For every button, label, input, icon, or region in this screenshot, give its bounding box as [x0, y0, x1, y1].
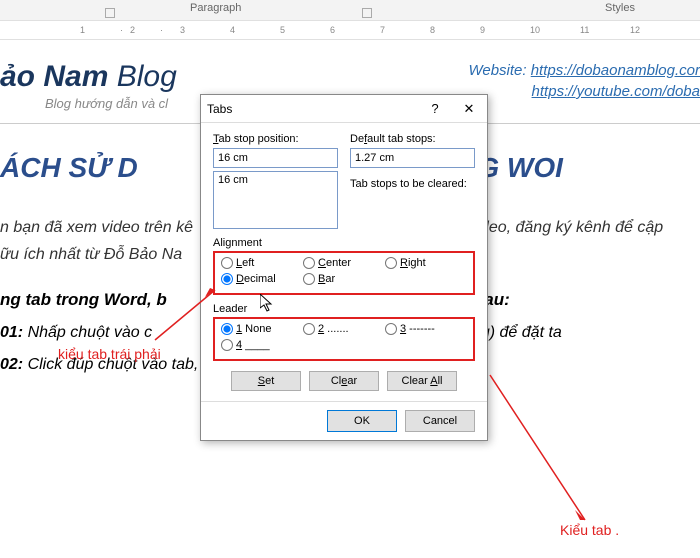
- dialog-launcher-icon[interactable]: [362, 8, 372, 18]
- alignment-group-label: Alignment: [213, 237, 475, 251]
- align-right-radio[interactable]: Right: [385, 257, 467, 269]
- leader-4-underline-radio[interactable]: 4 ____: [221, 339, 303, 351]
- align-bar-radio[interactable]: Bar: [303, 273, 385, 285]
- leader-2-dots-radio[interactable]: 2 .......: [303, 323, 385, 335]
- align-decimal-radio[interactable]: Decimal: [221, 273, 303, 285]
- annotation-arrow: [485, 370, 605, 530]
- ruler[interactable]: 1·2·3456789101112: [0, 20, 700, 40]
- leader-highlight-box: 1 None 2 ....... 3 ------- 4 ____: [213, 317, 475, 361]
- blog-title: ảo Nam Blog: [0, 60, 177, 94]
- tab-stop-listbox[interactable]: 16 cm: [213, 171, 338, 229]
- leader-group-label: Leader: [213, 303, 475, 317]
- tab-stop-position-label: Tab stop position:: [213, 133, 338, 145]
- website-link[interactable]: https://dobaonamblog.cor: [531, 62, 700, 79]
- blog-links: Website: https://dobaonamblog.cor https:…: [468, 60, 700, 102]
- annotation-left: kiểu tab trái phải: [58, 346, 161, 362]
- leader-1-none-radio[interactable]: 1 None: [221, 323, 303, 335]
- annotation-right: Kiểu tab .: [560, 522, 619, 538]
- ribbon: Paragraph Styles: [0, 0, 700, 20]
- mouse-cursor-icon: [260, 294, 276, 314]
- dialog-launcher-icon[interactable]: [105, 8, 115, 18]
- align-left-radio[interactable]: Left: [221, 257, 303, 269]
- default-tab-input[interactable]: [350, 148, 475, 168]
- align-center-radio[interactable]: Center: [303, 257, 385, 269]
- clear-button[interactable]: Clear: [309, 371, 379, 391]
- dialog-title: Tabs: [207, 102, 413, 116]
- ribbon-group-styles: Styles: [605, 2, 635, 14]
- ok-button[interactable]: OK: [327, 410, 397, 432]
- dialog-titlebar[interactable]: Tabs ? ✕: [201, 95, 487, 123]
- help-icon[interactable]: ?: [423, 101, 447, 116]
- leader-3-dashes-radio[interactable]: 3 -------: [385, 323, 467, 335]
- alignment-highlight-box: Left Center Right Decimal Bar: [213, 251, 475, 295]
- tab-stop-position-input[interactable]: [213, 148, 338, 168]
- tab-stops-cleared-label: Tab stops to be cleared:: [350, 178, 475, 190]
- set-button[interactable]: Set: [231, 371, 301, 391]
- tabs-dialog: Tabs ? ✕ Tab stop position: 16 cm Defaul…: [200, 94, 488, 441]
- annotation-arrow: [150, 285, 230, 345]
- ribbon-group-paragraph: Paragraph: [190, 2, 241, 14]
- clear-all-button[interactable]: Clear All: [387, 371, 457, 391]
- cancel-button[interactable]: Cancel: [405, 410, 475, 432]
- default-tab-label: Default tab stops:: [350, 133, 475, 145]
- blog-subtitle: Blog hướng dẫn và cl: [0, 96, 177, 111]
- youtube-link[interactable]: https://youtube.com/doba: [532, 83, 700, 100]
- close-icon[interactable]: ✕: [457, 101, 481, 117]
